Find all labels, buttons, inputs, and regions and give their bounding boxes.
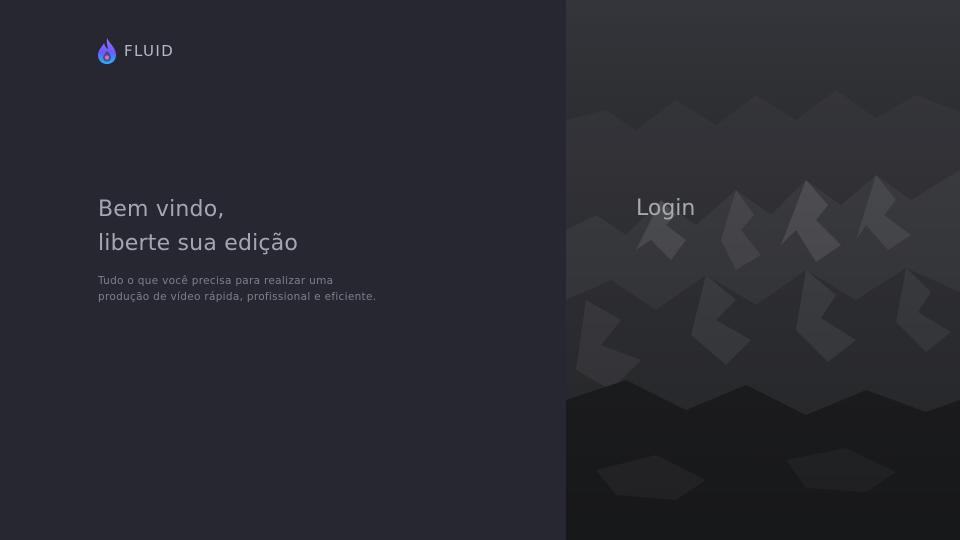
- login-page: FLUID Bem vindo, liberte sua edição Tudo…: [0, 0, 960, 540]
- mountain-background-image: [566, 0, 960, 540]
- login-heading: Login: [636, 196, 696, 221]
- welcome-heading-line-1: Bem vindo,: [98, 197, 225, 222]
- login-panel: Login: [566, 0, 960, 540]
- welcome-panel: FLUID Bem vindo, liberte sua edição Tudo…: [0, 0, 566, 540]
- brand-name: FLUID: [124, 42, 175, 60]
- brand-logo: FLUID: [96, 37, 174, 65]
- welcome-heading-line-2: liberte sua edição: [98, 231, 299, 256]
- welcome-subtitle: Tudo o que você precisa para realizar um…: [98, 275, 377, 303]
- fluid-drop-icon: [98, 38, 116, 64]
- welcome-heading: Bem vindo, liberte sua edição: [98, 193, 298, 261]
